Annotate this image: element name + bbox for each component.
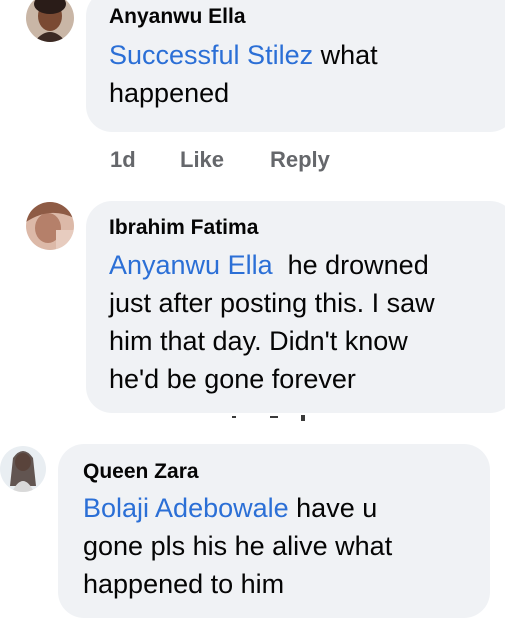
comment-text: Successful Stilez what (109, 36, 505, 74)
comment-author[interactable]: Anyanwu Ella (109, 4, 505, 30)
avatar[interactable] (0, 446, 46, 492)
comment-bubble: Ibrahim Fatima Anyanwu Ella he drowned j… (86, 201, 505, 413)
comment-text-line: happened to him (83, 569, 285, 599)
comment-author[interactable]: Ibrahim Fatima (109, 215, 505, 241)
timestamp[interactable]: 1d (110, 147, 136, 173)
comment-text-segment: have u (288, 493, 378, 523)
comment-text: Bolaji Adebowale have u (83, 489, 490, 527)
comment-text-line: him that day. Didn't know (109, 326, 408, 356)
comment-text-line: gone pls his he alive what (83, 531, 393, 561)
like-button[interactable]: Like (180, 147, 224, 173)
mention-link[interactable]: Successful Stilez (109, 40, 313, 70)
comment-author[interactable]: Queen Zara (83, 459, 490, 485)
comment-actions: 1d Like Reply (110, 147, 370, 175)
comment-bubble: Anyanwu Ella Successful Stilez what happ… (86, 0, 505, 132)
avatar[interactable] (26, 202, 74, 250)
comment-text-line: he'd be gone forever (109, 364, 356, 394)
comment-bubble: Queen Zara Bolaji Adebowale have u gone … (58, 444, 490, 618)
comment-text-line: just after posting this. I saw (109, 288, 435, 318)
comment-text-segment: he drowned (272, 250, 429, 280)
reply-button[interactable]: Reply (270, 147, 330, 173)
mention-link[interactable]: Bolaji Adebowale (83, 493, 289, 523)
scan-artifact (232, 416, 236, 418)
comment-text-line: happened (109, 78, 230, 108)
avatar[interactable] (26, 0, 74, 42)
scan-artifact (270, 416, 278, 418)
scan-artifact (301, 415, 305, 421)
mention-link[interactable]: Anyanwu Ella (109, 250, 273, 280)
comment-text-segment: what (313, 40, 378, 70)
comment-text: Anyanwu Ella he drowned (109, 246, 505, 284)
